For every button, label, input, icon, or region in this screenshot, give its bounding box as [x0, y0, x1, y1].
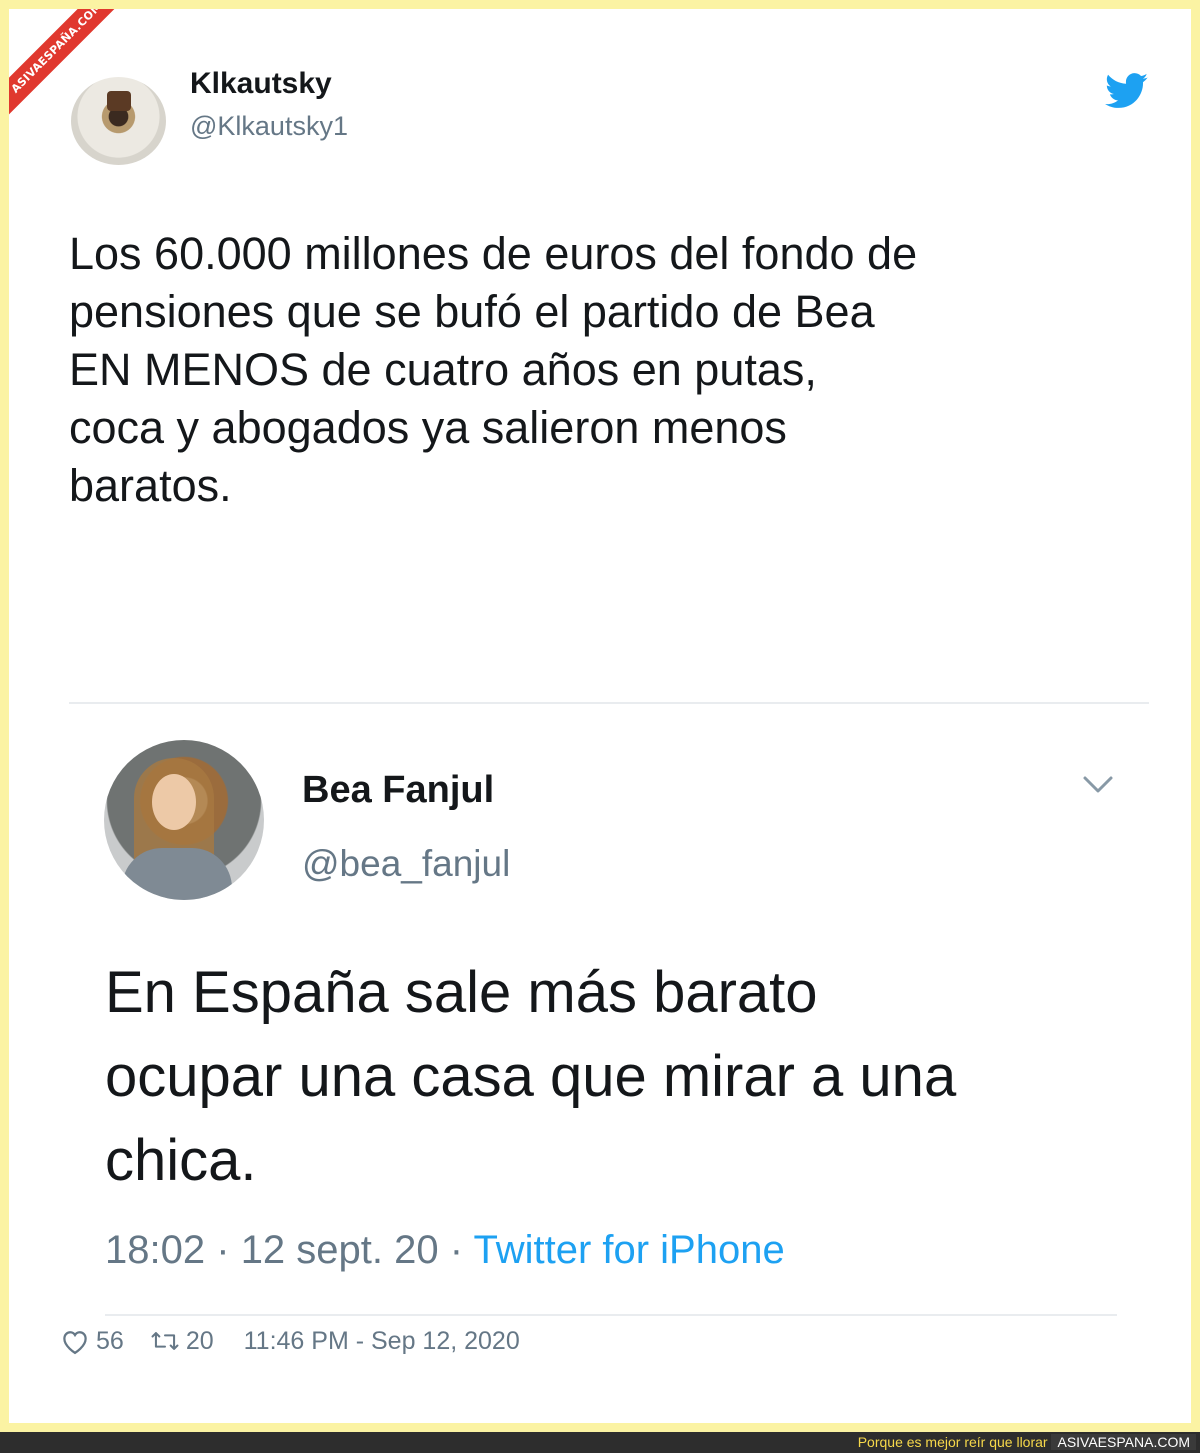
- quoted-display-name[interactable]: Bea Fanjul: [302, 769, 494, 812]
- quoted-source-link[interactable]: Twitter for iPhone: [473, 1228, 784, 1272]
- tweet-stats: 56 20 11:46 PM - Sep 12, 2020: [60, 1322, 520, 1360]
- tweet-timestamp[interactable]: 11:46 PM - Sep 12, 2020: [244, 1327, 520, 1356]
- quoted-meta: 18:02 · 12 sept. 20 · Twitter for iPhone: [105, 1228, 785, 1273]
- divider: [105, 1314, 1117, 1316]
- footer-site-link[interactable]: ASIVAESPANA.COM: [1051, 1434, 1196, 1450]
- twitter-bird-icon: [1105, 73, 1148, 108]
- tweet-text: Los 60.000 millones de euros del fondo d…: [69, 228, 918, 511]
- footer-slogan: Porque es mejor reír que llorar: [857, 1434, 1048, 1450]
- meta-separator: ·: [216, 1228, 230, 1272]
- user-handle[interactable]: @Klkautsky1: [190, 111, 348, 142]
- avatar[interactable]: [71, 77, 166, 165]
- heart-icon[interactable]: [60, 1327, 90, 1355]
- chevron-down-icon[interactable]: [1079, 773, 1117, 797]
- retweet-count: 20: [185, 1326, 214, 1355]
- quoted-tweet-text: En España sale más barato ocupar una cas…: [105, 960, 957, 1193]
- like-count: 56: [96, 1326, 124, 1355]
- quoted-tweet[interactable]: Bea Fanjul @bea_fanjul En España sale má…: [69, 703, 1149, 1323]
- tweet-card: ASIVAESPAÑA.COM Klkautsky @Klkautsky1 Lo…: [0, 0, 1200, 1432]
- footer-bar: Porque es mejor reír que llorar ASIVAESP…: [0, 1432, 1200, 1453]
- quoted-date: 12 sept. 20: [240, 1228, 439, 1272]
- quoted-avatar[interactable]: [104, 740, 264, 900]
- retweet-icon[interactable]: [148, 1327, 182, 1355]
- display-name[interactable]: Klkautsky: [190, 67, 332, 101]
- quoted-user-handle[interactable]: @bea_fanjul: [302, 843, 510, 885]
- quoted-time: 18:02: [105, 1228, 206, 1272]
- meta-separator: ·: [449, 1228, 464, 1272]
